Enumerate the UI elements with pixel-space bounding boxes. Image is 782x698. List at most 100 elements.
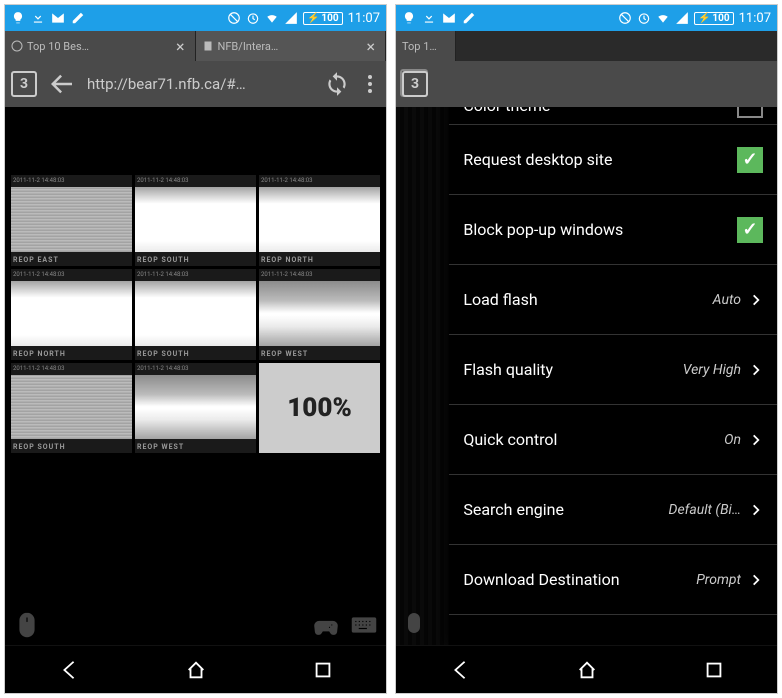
signal-icon	[675, 11, 689, 25]
camera-grid: 2011-11-2 14:48:03REOP EAST 2011-11-2 14…	[5, 167, 386, 461]
nav-back-icon[interactable]	[449, 659, 471, 681]
wifi-icon	[265, 11, 279, 25]
setting-label: Download Destination	[463, 570, 619, 589]
setting-value: Auto	[713, 292, 741, 308]
camera-feed[interactable]: 2011-11-2 14:48:03REOP SOUTH	[11, 363, 132, 454]
camera-feed[interactable]: 2011-11-2 14:48:03REOP NORTH	[259, 175, 380, 266]
setting-color-theme[interactable]: Color theme	[449, 107, 777, 125]
battery-indicator: ⚡100	[303, 12, 343, 25]
camera-feed[interactable]: 2011-11-2 14:48:03REOP EAST	[11, 175, 132, 266]
tab-strip: Top 10 Bes… × NFB/Intera… ×	[5, 31, 386, 61]
tab-count-button[interactable]: 3	[11, 71, 37, 97]
settings-list[interactable]: Color theme Request desktop site Block p…	[449, 107, 777, 645]
phone-screenshot-left: ⚡100 11:07 Top 10 Bes… × NFB/Intera… × 3…	[4, 4, 387, 694]
download-icon	[31, 11, 45, 25]
camera-feed[interactable]: 2011-11-2 14:48:03REOP WEST	[135, 363, 256, 454]
setting-label: Quick control	[463, 430, 557, 449]
clock: 11:07	[348, 11, 380, 26]
setting-label: Search engine	[463, 500, 564, 519]
overflow-menu-icon[interactable]	[360, 71, 380, 97]
page-icon	[202, 40, 214, 52]
url-bar: 3	[396, 61, 777, 107]
setting-quick-control[interactable]: Quick control On	[449, 405, 777, 475]
status-bar: ⚡100 11:07	[396, 5, 777, 31]
edit-icon	[71, 11, 85, 25]
setting-block-popups[interactable]: Block pop-up windows	[449, 195, 777, 265]
chevron-right-icon	[749, 363, 763, 377]
camera-feed[interactable]: 100%	[259, 363, 380, 454]
alarm-icon	[637, 11, 651, 25]
setting-value: Prompt	[696, 572, 741, 588]
tab-count-button[interactable]: 3	[402, 71, 428, 97]
nav-back-icon[interactable]	[58, 659, 80, 681]
keyboard-icon[interactable]	[350, 611, 378, 639]
signal-icon	[284, 11, 298, 25]
globe-icon	[11, 40, 23, 52]
clock: 11:07	[739, 11, 771, 26]
status-bar: ⚡100 11:07	[5, 5, 386, 31]
reload-icon[interactable]	[324, 71, 350, 97]
nav-recent-icon[interactable]	[703, 659, 725, 681]
nav-recent-icon[interactable]	[312, 659, 334, 681]
setting-label: Color theme	[463, 107, 550, 115]
page-content: Settings Color theme Request desktop sit…	[396, 107, 777, 645]
camera-feed[interactable]: 2011-11-2 14:48:03REOP NORTH	[11, 269, 132, 360]
tab-title: Top 10 Bes…	[27, 40, 89, 53]
wifi-icon	[656, 11, 670, 25]
mail-icon	[442, 11, 456, 25]
chevron-right-icon	[749, 503, 763, 517]
setting-flash-quality[interactable]: Flash quality Very High	[449, 335, 777, 405]
browser-tab[interactable]: NFB/Intera… ×	[196, 31, 387, 61]
close-icon[interactable]: ×	[172, 37, 189, 56]
block-icon	[227, 11, 241, 25]
checkbox-icon[interactable]	[737, 217, 763, 243]
edit-icon	[462, 11, 476, 25]
browser-tab[interactable]: Top 10 Bes… ×	[5, 31, 196, 61]
tab-title: NFB/Intera…	[218, 40, 279, 53]
gamepad-icon[interactable]	[312, 611, 340, 639]
page-content: 2011-11-2 14:48:03REOP EAST 2011-11-2 14…	[5, 107, 386, 645]
chevron-right-icon	[749, 573, 763, 587]
battery-indicator: ⚡100	[694, 12, 734, 25]
tab-title: Top 1…	[402, 40, 437, 53]
camera-feed[interactable]: 2011-11-2 14:48:03REOP SOUTH	[135, 175, 256, 266]
chevron-right-icon	[749, 433, 763, 447]
browser-tab[interactable]: Top 1…	[396, 31, 456, 61]
mouse-icon[interactable]	[402, 611, 426, 639]
setting-download-destination[interactable]: Download Destination Prompt	[449, 545, 777, 615]
back-icon[interactable]	[47, 69, 77, 99]
setting-load-flash[interactable]: Load flash Auto	[449, 265, 777, 335]
setting-label: Flash quality	[463, 360, 553, 379]
nav-home-icon[interactable]	[185, 659, 207, 681]
url-input[interactable]: http://bear71.nfb.ca/#…	[87, 75, 314, 93]
setting-request-desktop[interactable]: Request desktop site	[449, 125, 777, 195]
mouse-icon[interactable]	[13, 611, 41, 639]
close-icon[interactable]: ×	[362, 37, 379, 56]
camera-feed[interactable]: 2011-11-2 14:48:03REOP SOUTH	[135, 269, 256, 360]
page-toolbar	[13, 611, 378, 639]
setting-search-engine[interactable]: Search engine Default (Bi…	[449, 475, 777, 545]
settings-panel: Settings Color theme Request desktop sit…	[449, 107, 777, 645]
navigation-bar	[5, 645, 386, 693]
setting-label: Block pop-up windows	[463, 220, 623, 239]
alarm-icon	[246, 11, 260, 25]
nav-home-icon[interactable]	[576, 659, 598, 681]
phone-screenshot-right: ⚡100 11:07 Top 1… 3 Settings Color theme	[395, 4, 778, 694]
setting-value: Default (Bi…	[669, 502, 741, 518]
color-swatch	[737, 107, 763, 118]
setting-value: Very High	[683, 362, 741, 378]
download-icon	[422, 11, 436, 25]
checkbox-icon[interactable]	[737, 147, 763, 173]
navigation-bar	[396, 645, 777, 693]
tab-strip: Top 1…	[396, 31, 777, 61]
mail-icon	[51, 11, 65, 25]
camera-feed[interactable]: 2011-11-2 14:48:03REOP WEST	[259, 269, 380, 360]
setting-label: Request desktop site	[463, 150, 612, 169]
block-icon	[618, 11, 632, 25]
chevron-right-icon	[749, 293, 763, 307]
lightbulb-icon	[402, 11, 416, 25]
lightbulb-icon	[11, 11, 25, 25]
setting-label: Load flash	[463, 290, 537, 309]
url-bar: 3 http://bear71.nfb.ca/#…	[5, 61, 386, 107]
setting-value: On	[724, 432, 741, 448]
